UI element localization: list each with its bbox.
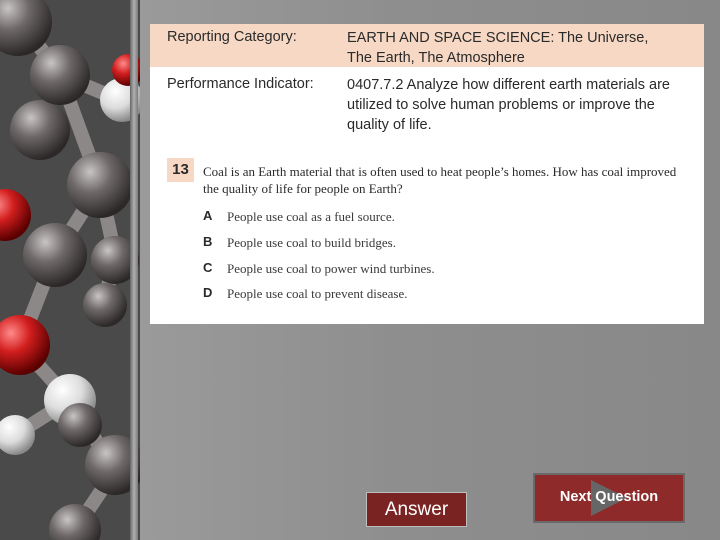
reporting-category-line-1: EARTH AND SPACE SCIENCE: The Universe, [347,30,649,46]
choice-d: D People use coal to prevent disease. [203,285,603,303]
choice-b: B People use coal to build bridges. [203,234,603,252]
choice-text: People use coal to power wind turbines. [227,261,435,276]
molecule-illustration [0,0,140,540]
choice-text: People use coal to prevent disease. [227,286,408,301]
choice-letter: A [203,208,213,223]
choice-text: People use coal to build bridges. [227,235,396,250]
choice-letter: C [203,260,213,275]
next-question-label: Next Question [559,489,659,505]
question-number: 13 [167,158,194,182]
choice-letter: B [203,234,213,249]
choice-c: C People use coal to power wind turbines… [203,260,603,278]
choice-a: A People use coal as a fuel source. [203,208,603,226]
reporting-category-line-2: The Earth, The Atmosphere [347,50,525,66]
choice-text: People use coal as a fuel source. [227,209,395,224]
question-text: Coal is an Earth material that is often … [203,164,677,196]
question-card: Reporting Category: EARTH AND SPACE SCIE… [150,24,704,324]
next-question-button[interactable]: Next Question [533,473,685,523]
performance-indicator-label: Performance Indicator: [167,76,314,92]
performance-indicator-value: 0407.7.2 Analyze how different earth mat… [347,77,670,133]
answer-button[interactable]: Answer [366,492,467,527]
choice-letter: D [203,285,213,300]
reporting-category-value: EARTH AND SPACE SCIENCE: The Universe, T… [347,28,692,68]
divider-strip [130,0,138,540]
reporting-category-label: Reporting Category: [167,29,297,45]
